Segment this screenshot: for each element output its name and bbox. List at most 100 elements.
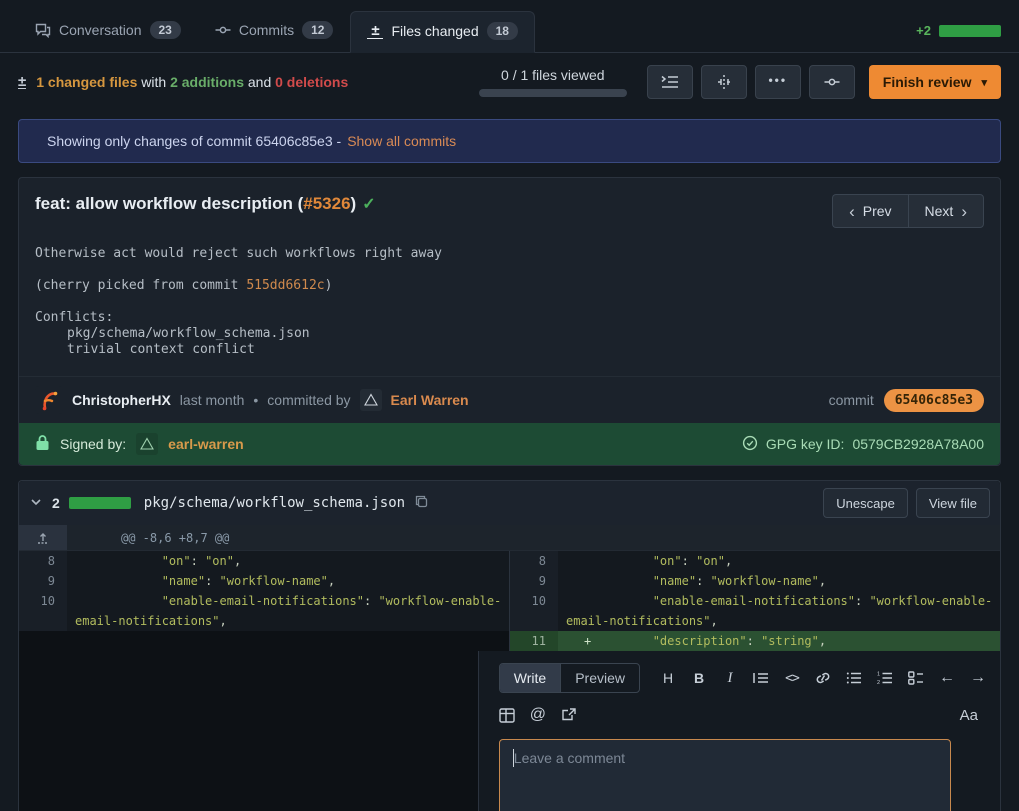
line-code: "enable-email-notifications": "workflow-… — [67, 591, 509, 631]
tab-label: Conversation — [59, 22, 142, 38]
mention-icon[interactable]: @ — [530, 706, 546, 724]
reference-icon[interactable] — [561, 706, 577, 724]
diff-right-line-11: 11+ "description": "string", — [509, 631, 1000, 651]
line-code: "enable-email-notifications": "workflow-… — [558, 591, 1000, 631]
cherry-pick-text: (cherry picked from commit — [35, 278, 246, 293]
tab-label: Files changed — [391, 23, 478, 39]
file-diff-header: 2 pkg/schema/workflow_schema.json Unesca… — [19, 481, 1000, 525]
copy-path-icon[interactable] — [414, 494, 429, 512]
cherry-pick-hash-link[interactable]: 515dd6612c — [246, 278, 324, 293]
inline-comment-editor: Write Preview H B I <> — [478, 651, 1000, 811]
link-icon[interactable] — [815, 669, 831, 687]
font-toggle-button[interactable]: Aa — [960, 707, 986, 724]
chevron-right-icon: › — [961, 203, 967, 220]
file-diff-box: 2 pkg/schema/workflow_schema.json Unesca… — [18, 480, 1001, 811]
bold-icon[interactable]: B — [691, 669, 707, 687]
diff-right-line-9: 9 "name": "workflow-name", — [509, 571, 1000, 591]
pr-tabs-bar: Conversation 23 Commits 12 ± Files chang… — [0, 0, 1019, 53]
issue-link[interactable]: #5326 — [303, 194, 350, 213]
diff-left-line-9: 9 "name": "workflow-name", — [19, 571, 509, 591]
conflict-note: trivial context conflict — [35, 342, 984, 358]
diff-icon: ± — [367, 23, 383, 39]
tab-conversation[interactable]: Conversation 23 — [18, 10, 198, 52]
deletions-count: 0 deletions — [275, 74, 348, 90]
commit-label: commit — [829, 392, 874, 408]
commit-author-row: ChristopherHX last month • committed by … — [19, 376, 1000, 423]
commit-filter-notice: Showing only changes of commit 65406c85e… — [18, 119, 1001, 163]
expand-hunk-button[interactable] — [19, 525, 67, 550]
preview-tab[interactable]: Preview — [560, 664, 639, 692]
bullet-list-icon[interactable] — [846, 669, 862, 687]
italic-icon[interactable]: I — [722, 669, 738, 687]
diff-stat-bar — [939, 25, 1001, 37]
diff-left-line-10: 10 "enable-email-notifications": "workfl… — [19, 591, 509, 631]
line-number[interactable]: 8 — [19, 551, 67, 571]
tab-count-badge: 12 — [302, 21, 333, 39]
split-view-toggle-button[interactable] — [701, 65, 747, 99]
committer-avatar[interactable] — [360, 389, 382, 411]
tab-commits[interactable]: Commits 12 — [198, 10, 351, 52]
task-list-icon[interactable] — [908, 669, 924, 687]
prev-label: Prev — [863, 203, 892, 219]
indent-left-icon[interactable]: ← — [939, 669, 955, 687]
view-file-button[interactable]: View file — [916, 488, 990, 518]
comment-input[interactable] — [500, 740, 950, 811]
commit-info-box: feat: allow workflow description (#5326)… — [18, 177, 1001, 466]
files-viewed-label: 0 / 1 files viewed — [501, 67, 605, 83]
gpg-key-block: GPG key ID: 0579CB2928A78A00 — [742, 435, 984, 454]
prev-commit-button[interactable]: ‹ Prev — [832, 194, 907, 228]
editor-toolbar-row2: @ Aa — [499, 706, 986, 724]
quote-icon[interactable] — [753, 669, 769, 687]
commit-hash-block: commit 65406c85e3 — [829, 389, 984, 412]
file-tree-toggle-button[interactable] — [647, 65, 693, 99]
line-code: "on": "on", — [67, 551, 509, 571]
line-code: "on": "on", — [558, 551, 1000, 571]
comment-textarea-wrap — [499, 739, 951, 811]
added-line-marker: + — [584, 631, 591, 651]
line-number[interactable]: 10 — [510, 591, 558, 631]
code-icon[interactable]: <> — [784, 669, 800, 687]
line-number[interactable]: 11 — [510, 631, 558, 651]
signer-name-link[interactable]: earl-warren — [168, 436, 243, 452]
diff-stats-row: ± 1 changed files with 2 additions and 0… — [0, 53, 1019, 111]
unescape-button[interactable]: Unescape — [823, 488, 908, 518]
line-number[interactable]: 8 — [510, 551, 558, 571]
file-name[interactable]: pkg/schema/workflow_schema.json — [144, 495, 405, 511]
editor-mode-tabs: Write Preview — [499, 663, 640, 693]
commit-title: feat: allow workflow description (#5326)… — [35, 194, 376, 214]
format-toolbar: H B I <> — [660, 669, 986, 687]
diff-actions: 0 / 1 files viewed ••• — [479, 65, 1001, 99]
diff-row: 10 "enable-email-notifications": "workfl… — [19, 591, 1000, 631]
line-number[interactable]: 9 — [510, 571, 558, 591]
file-actions: Unescape View file — [823, 488, 990, 518]
line-number[interactable]: 9 — [19, 571, 67, 591]
tab-files-changed[interactable]: ± Files changed 18 — [350, 11, 535, 53]
file-diff-stat-bar — [69, 497, 131, 509]
indent-right-icon[interactable]: → — [970, 669, 986, 687]
commit-title-text: feat: allow workflow description ( — [35, 194, 303, 213]
write-tab[interactable]: Write — [500, 664, 560, 692]
signer-avatar[interactable] — [136, 433, 158, 455]
author-avatar[interactable] — [35, 386, 63, 414]
table-icon[interactable] — [499, 706, 515, 724]
heading-icon[interactable]: H — [660, 669, 676, 687]
line-number[interactable]: 10 — [19, 591, 67, 631]
diff-options-button[interactable]: ••• — [755, 65, 801, 99]
cherry-pick-text: ) — [325, 278, 333, 293]
committer-name[interactable]: Earl Warren — [391, 392, 469, 408]
finish-review-button[interactable]: Finish review ▾ — [869, 65, 1001, 99]
numbered-list-icon[interactable]: 1 2 — [877, 669, 893, 687]
commit-hash-badge[interactable]: 65406c85e3 — [884, 389, 984, 412]
diff-left-empty — [19, 651, 478, 811]
hunk-header-row: @@ -8,6 +8,7 @@ — [19, 525, 1000, 551]
ci-success-icon[interactable]: ✓ — [362, 194, 375, 214]
finish-review-label: Finish review — [883, 74, 972, 90]
next-commit-button[interactable]: Next › — [908, 194, 984, 228]
collapse-file-icon[interactable] — [29, 495, 43, 512]
show-all-commits-link[interactable]: Show all commits — [347, 133, 456, 149]
author-name[interactable]: ChristopherHX — [72, 392, 171, 408]
diff-row: 9 "name": "workflow-name",9 "name": "wor… — [19, 571, 1000, 591]
commit-select-button[interactable] — [809, 65, 855, 99]
changed-files-count: 1 changed files — [36, 74, 137, 90]
split-diff-table: 8 "on": "on",8 "on": "on",9 "name": "wor… — [19, 551, 1000, 651]
